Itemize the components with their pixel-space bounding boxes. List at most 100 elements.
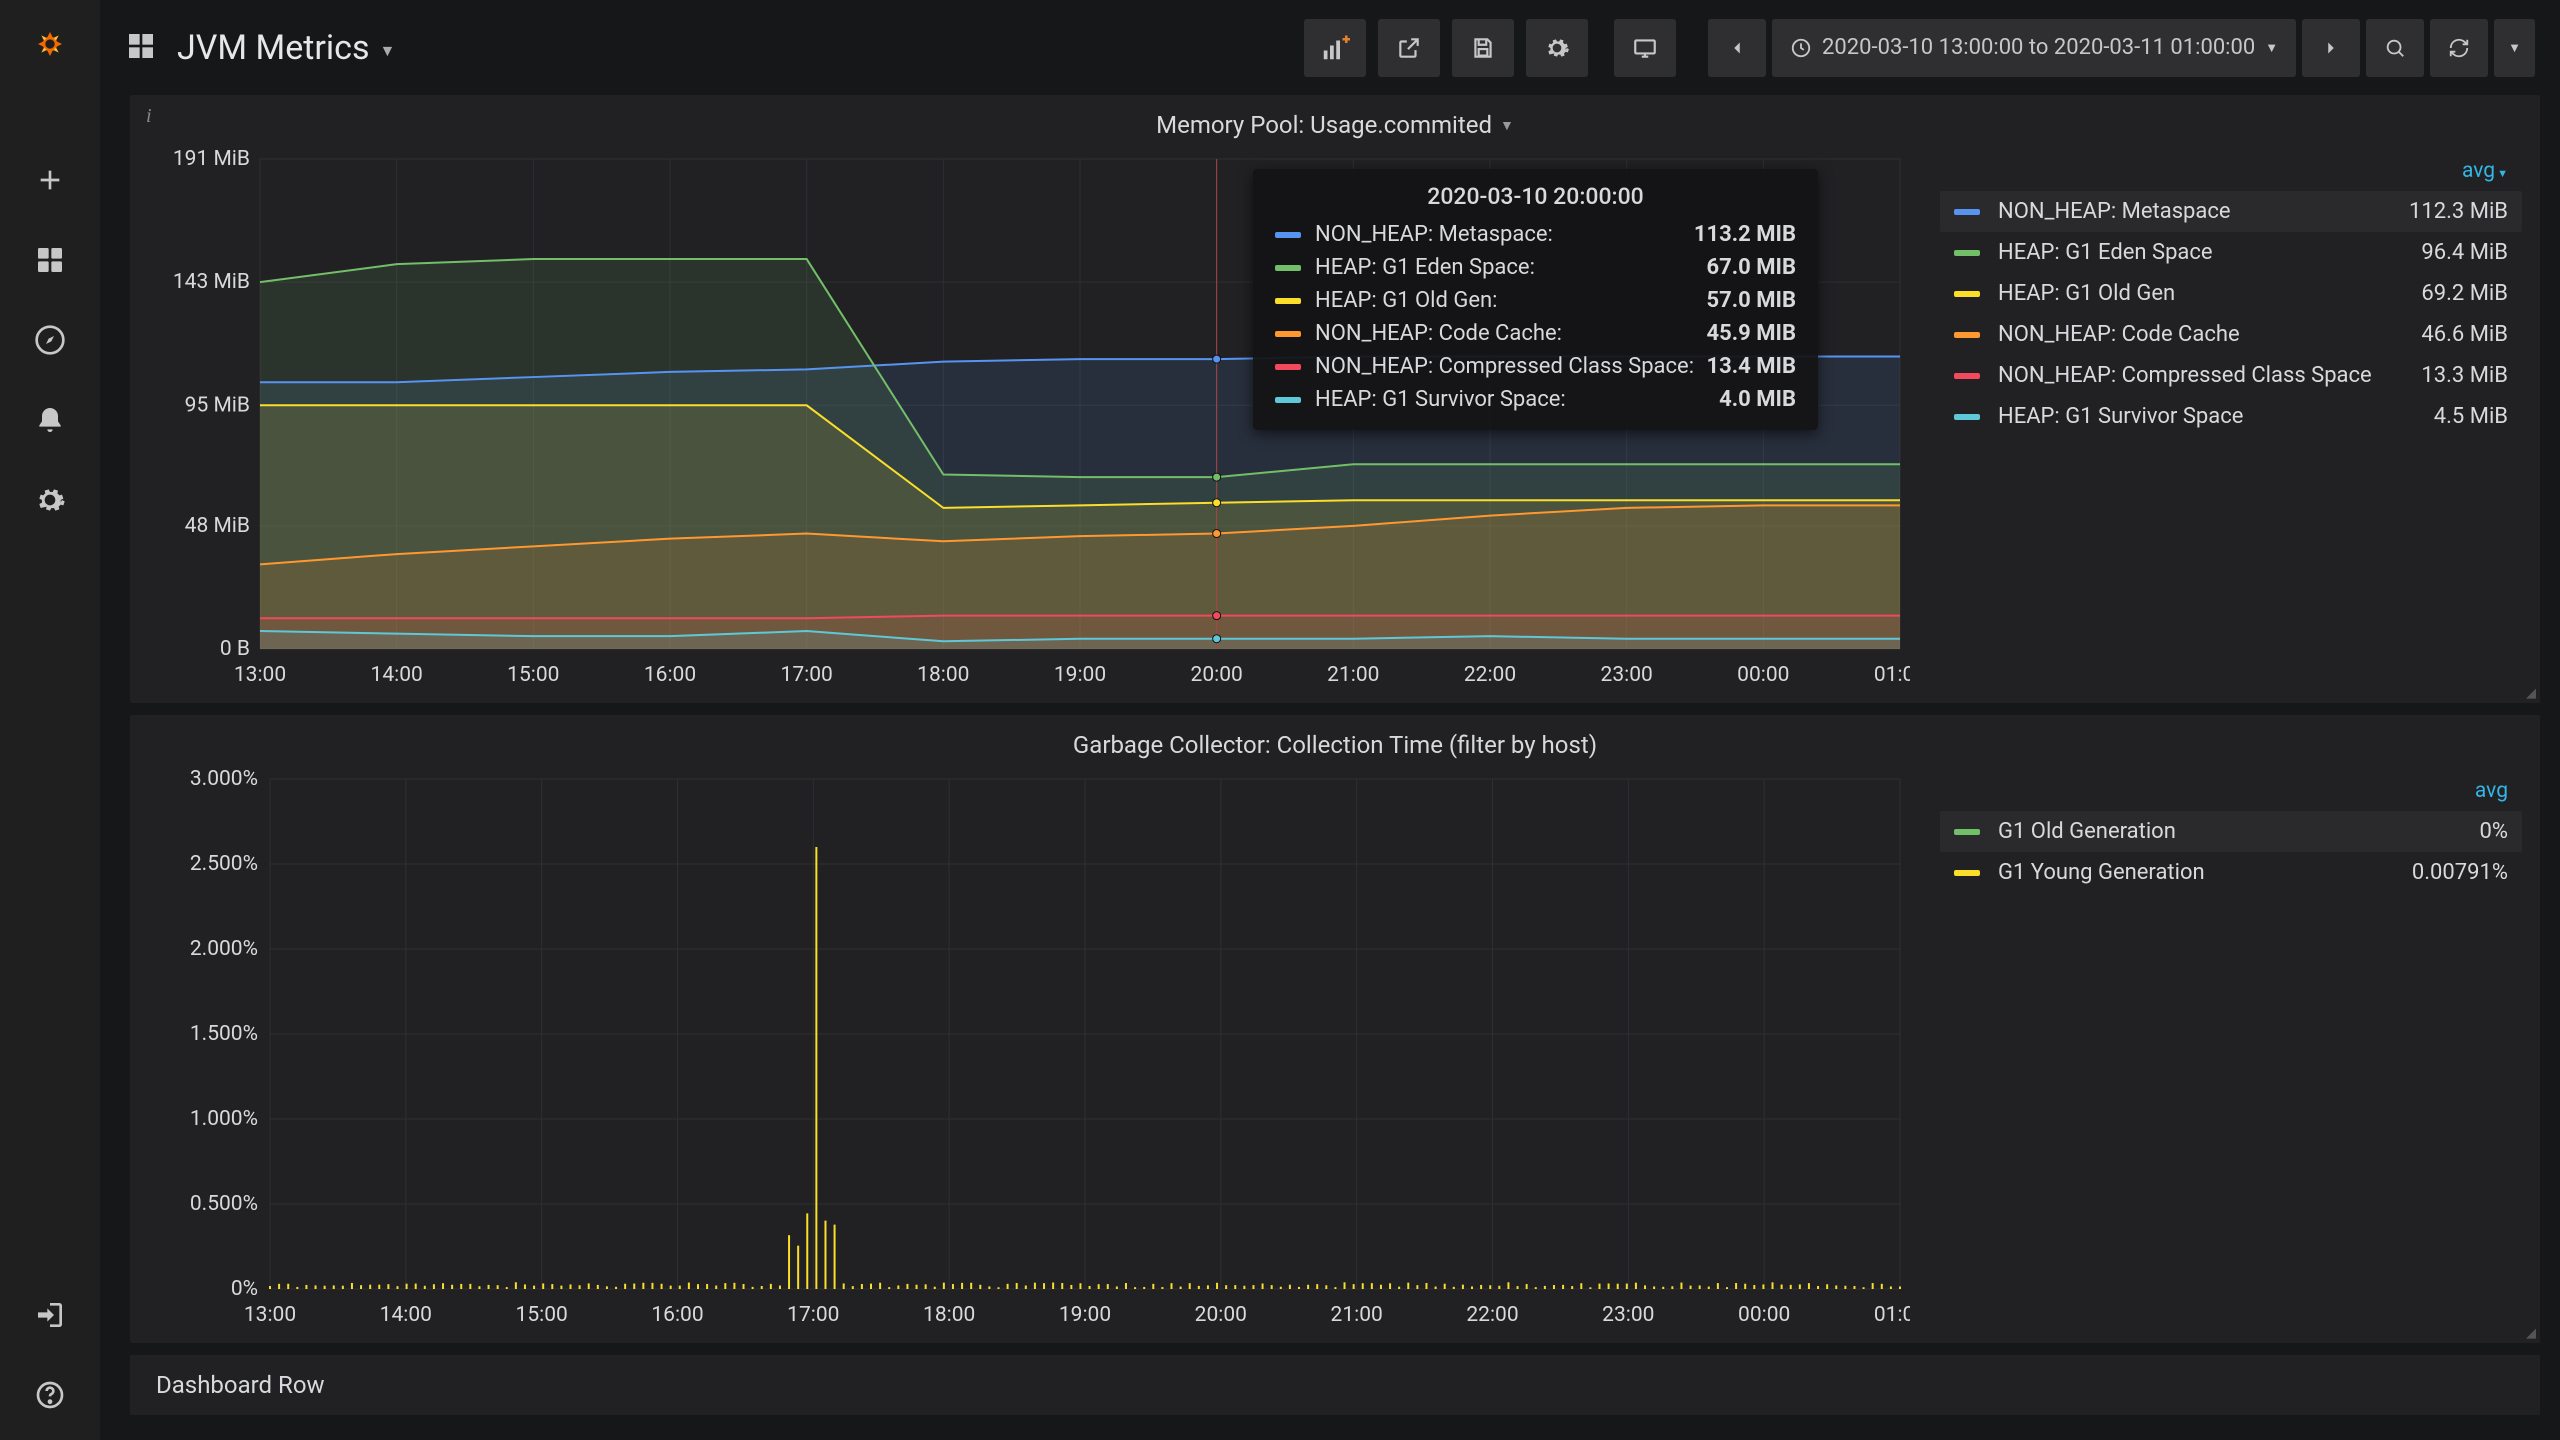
svg-text:0%: 0%: [231, 1277, 258, 1301]
svg-text:00:00: 00:00: [1737, 663, 1789, 687]
dashboard-title[interactable]: JVM Metrics ▼: [177, 28, 395, 68]
legend-swatch: [1954, 291, 1980, 297]
alerting-icon[interactable]: [30, 400, 70, 440]
svg-text:48 MiB: 48 MiB: [185, 514, 250, 538]
legend-value: 0%: [2480, 819, 2508, 844]
legend-swatch: [1954, 209, 1980, 215]
panel-area: i Memory Pool: Usage.commited ▼ 0 B 48 Mi…: [100, 95, 2560, 1440]
tooltip-title: 2020-03-10 20:00:00: [1275, 183, 1796, 210]
legend-item[interactable]: HEAP: G1 Eden Space 96.4 MiB: [1940, 232, 2522, 273]
refresh-interval-button[interactable]: ▼: [2494, 19, 2535, 77]
explore-icon[interactable]: [30, 320, 70, 360]
svg-text:19:00: 19:00: [1059, 1303, 1111, 1327]
legend-value: 96.4 MiB: [2421, 240, 2508, 265]
legend-label: HEAP: G1 Survivor Space: [1998, 404, 2434, 429]
svg-text:23:00: 23:00: [1601, 663, 1653, 687]
panel-title-text: Garbage Collector: Collection Time (filt…: [1073, 731, 1597, 759]
panel-title[interactable]: Memory Pool: Usage.commited ▼: [130, 95, 2540, 149]
svg-text:15:00: 15:00: [507, 663, 559, 687]
svg-text:22:00: 22:00: [1466, 1303, 1518, 1327]
add-panel-button[interactable]: [1304, 19, 1366, 77]
tooltip-row: HEAP: G1 Eden Space:67.0 MIB: [1275, 251, 1796, 284]
dashboard-grid-icon[interactable]: [125, 30, 157, 66]
save-button[interactable]: [1452, 19, 1514, 77]
legend-value: 4.5 MiB: [2434, 404, 2508, 429]
dashboards-icon[interactable]: [30, 240, 70, 280]
svg-text:16:00: 16:00: [651, 1303, 703, 1327]
tooltip-row: NON_HEAP: Code Cache:45.9 MIB: [1275, 317, 1796, 350]
grafana-logo-icon[interactable]: [24, 18, 76, 70]
chart-area[interactable]: 0%0.500%1.000%1.500%2.000%2.500%3.000%13…: [160, 769, 1910, 1329]
sidebar: [0, 0, 100, 1440]
signin-icon[interactable]: [30, 1295, 70, 1335]
tooltip-row: NON_HEAP: Compressed Class Space:13.4 MI…: [1275, 350, 1796, 383]
legend-item[interactable]: HEAP: G1 Survivor Space 4.5 MiB: [1940, 396, 2522, 437]
legend-item[interactable]: G1 Old Generation 0%: [1940, 811, 2522, 852]
legend-item[interactable]: NON_HEAP: Metaspace 112.3 MiB: [1940, 191, 2522, 232]
legend-label: NON_HEAP: Code Cache: [1998, 322, 2421, 347]
svg-text:0 B: 0 B: [220, 637, 250, 661]
memory-pool-panel: i Memory Pool: Usage.commited ▼ 0 B 48 Mi…: [130, 95, 2540, 703]
svg-text:19:00: 19:00: [1054, 663, 1106, 687]
dashboard-row-toggle[interactable]: › Dashboard Row: [130, 1355, 2540, 1415]
configuration-icon[interactable]: [30, 480, 70, 520]
svg-text:01:00: 01:00: [1874, 1303, 1910, 1327]
svg-text:14:00: 14:00: [380, 1303, 432, 1327]
resize-handle-icon[interactable]: ◢: [2526, 686, 2536, 701]
svg-text:18:00: 18:00: [923, 1303, 975, 1327]
panel-title-text: Memory Pool: Usage.commited: [1156, 111, 1492, 139]
create-icon[interactable]: [30, 160, 70, 200]
svg-text:13:00: 13:00: [234, 663, 286, 687]
time-range-picker[interactable]: 2020-03-10 13:00:00 to 2020-03-11 01:00:…: [1772, 19, 2296, 77]
svg-text:21:00: 21:00: [1327, 663, 1379, 687]
chart-area[interactable]: 0 B48 MiB95 MiB143 MiB191 MiB13:0014:001…: [160, 149, 1910, 689]
svg-text:00:00: 00:00: [1738, 1303, 1790, 1327]
time-range-controls: 2020-03-10 13:00:00 to 2020-03-11 01:00:…: [1702, 19, 2535, 77]
refresh-button[interactable]: [2430, 19, 2488, 77]
svg-text:22:00: 22:00: [1464, 663, 1516, 687]
legend-label: HEAP: G1 Old Gen: [1998, 281, 2421, 306]
cycle-view-button[interactable]: [1614, 19, 1676, 77]
svg-text:191 MiB: 191 MiB: [173, 149, 250, 171]
legend-swatch: [1954, 373, 1980, 379]
svg-text:95 MiB: 95 MiB: [185, 393, 250, 417]
svg-text:17:00: 17:00: [787, 1303, 839, 1327]
svg-text:18:00: 18:00: [917, 663, 969, 687]
main: JVM Metrics ▼ 2020-03-10 13:00:00 to 202…: [100, 0, 2560, 1440]
tooltip-row: HEAP: G1 Survivor Space:4.0 MIB: [1275, 383, 1796, 416]
gc-chart[interactable]: 0%0.500%1.000%1.500%2.000%2.500%3.000%13…: [160, 769, 1910, 1329]
legend-swatch: [1954, 332, 1980, 338]
legend-item[interactable]: NON_HEAP: Compressed Class Space 13.3 Mi…: [1940, 355, 2522, 396]
legend: avg▼ NON_HEAP: Metaspace 112.3 MiB HEAP:…: [1940, 149, 2522, 689]
settings-button[interactable]: [1526, 19, 1588, 77]
zoom-out-button[interactable]: [2366, 19, 2424, 77]
legend-item[interactable]: G1 Young Generation 0.00791%: [1940, 852, 2522, 893]
legend-swatch: [1954, 870, 1980, 876]
legend-value: 112.3 MiB: [2409, 199, 2508, 224]
row-title: Dashboard Row: [156, 1371, 325, 1399]
legend-item[interactable]: NON_HEAP: Code Cache 46.6 MiB: [1940, 314, 2522, 355]
legend-header[interactable]: avg: [1940, 775, 2522, 811]
panel-title[interactable]: Garbage Collector: Collection Time (filt…: [130, 715, 2540, 769]
help-icon[interactable]: [30, 1375, 70, 1415]
share-button[interactable]: [1378, 19, 1440, 77]
topbar: JVM Metrics ▼ 2020-03-10 13:00:00 to 202…: [100, 0, 2560, 95]
time-back-button[interactable]: [1708, 19, 1766, 77]
clock-icon: [1790, 37, 1812, 59]
caret-down-icon: ▼: [2508, 40, 2521, 56]
svg-text:3.000%: 3.000%: [190, 769, 258, 791]
svg-text:15:00: 15:00: [516, 1303, 568, 1327]
svg-text:1.000%: 1.000%: [190, 1107, 258, 1131]
legend-header[interactable]: avg▼: [1940, 155, 2522, 191]
panel-info-icon[interactable]: i: [146, 105, 152, 128]
dashboard-title-text: JVM Metrics: [177, 28, 370, 68]
legend-value: 0.00791%: [2412, 860, 2508, 885]
legend-item[interactable]: HEAP: G1 Old Gen 69.2 MiB: [1940, 273, 2522, 314]
svg-text:1.500%: 1.500%: [190, 1022, 258, 1046]
legend-label: NON_HEAP: Compressed Class Space: [1998, 363, 2421, 388]
resize-handle-icon[interactable]: ◢: [2526, 1326, 2536, 1341]
legend: avg G1 Old Generation 0% G1 Young Genera…: [1940, 769, 2522, 1329]
time-forward-button[interactable]: [2302, 19, 2360, 77]
legend-value: 13.3 MiB: [2421, 363, 2508, 388]
legend-swatch: [1954, 414, 1980, 420]
